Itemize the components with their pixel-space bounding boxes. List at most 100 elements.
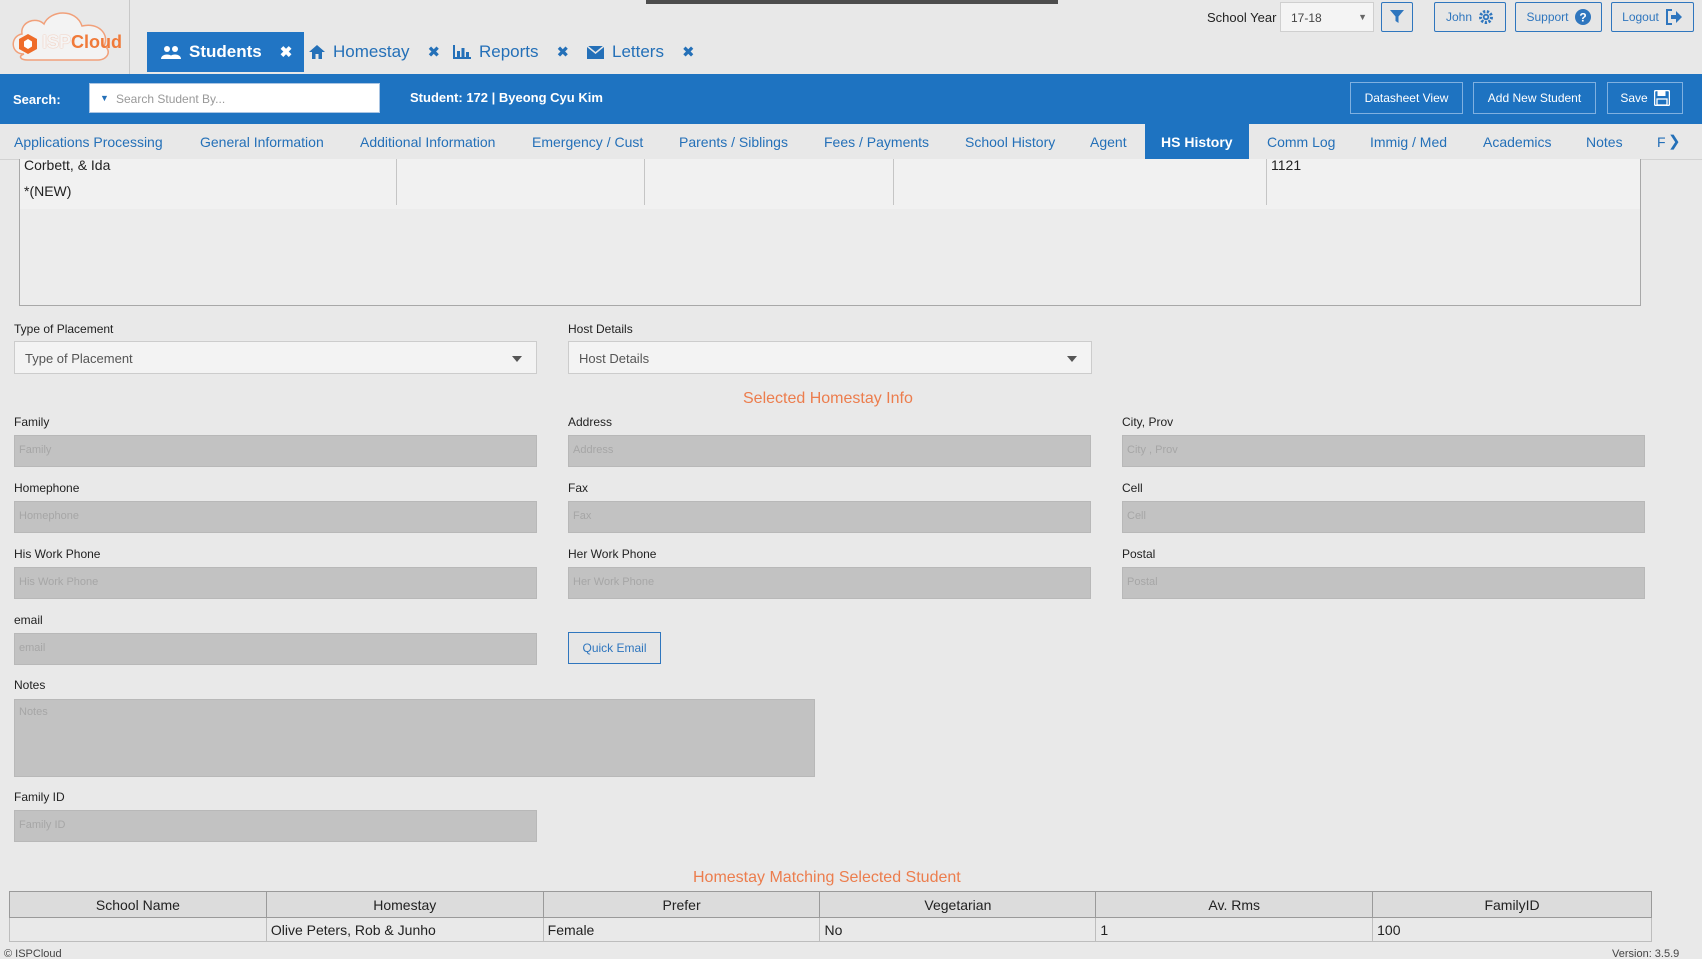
tab-applications-processing[interactable]: Applications Processing bbox=[14, 124, 163, 160]
fax-field[interactable]: Fax bbox=[568, 501, 1091, 533]
fax-label: Fax bbox=[568, 481, 589, 495]
homephone-label: Homephone bbox=[14, 481, 80, 495]
student-toolbar: Search: ▼ Search Student By... Student: … bbox=[0, 74, 1702, 124]
tab-students[interactable]: Students ✖ bbox=[147, 32, 305, 72]
column-header[interactable]: Av. Rms bbox=[1095, 891, 1374, 918]
postal-placeholder: Postal bbox=[1127, 576, 1158, 588]
save-button[interactable]: Save bbox=[1607, 82, 1683, 114]
family-placeholder: Family bbox=[19, 444, 52, 456]
save-label: Save bbox=[1620, 91, 1648, 105]
column-header[interactable]: FamilyID bbox=[1372, 891, 1652, 918]
type-of-placement-value: Type of Placement bbox=[25, 351, 133, 366]
homephone-field[interactable]: Homephone bbox=[14, 501, 537, 533]
quick-email-button[interactable]: Quick Email bbox=[568, 632, 661, 664]
table-cell: No bbox=[819, 917, 1097, 942]
add-new-student-button[interactable]: Add New Student bbox=[1473, 82, 1596, 114]
filter-button[interactable] bbox=[1381, 2, 1413, 32]
quick-email-label: Quick Email bbox=[582, 641, 647, 655]
his-work-phone-field[interactable]: His Work Phone bbox=[14, 567, 537, 599]
address-placeholder: Address bbox=[573, 444, 614, 456]
search-label: Search: bbox=[13, 92, 61, 107]
caret-down-icon[interactable]: ▼ bbox=[100, 93, 109, 103]
user-button[interactable]: John bbox=[1434, 2, 1506, 32]
tab-academics[interactable]: Academics bbox=[1483, 124, 1551, 160]
tab-homestay-label: Homestay bbox=[333, 42, 410, 61]
tab-additional-information[interactable]: Additional Information bbox=[360, 124, 495, 160]
app-logo[interactable]: ISPCloud bbox=[0, 0, 130, 74]
current-student-info: Student: 172 | Byeong Cyu Kim bbox=[410, 90, 603, 105]
caret-down-icon bbox=[512, 356, 522, 362]
envelope-icon bbox=[587, 45, 604, 59]
homestay-matching-title: Homestay Matching Selected Student bbox=[693, 869, 961, 886]
datasheet-view-label: Datasheet View bbox=[1364, 91, 1449, 105]
tab-reports[interactable]: Reports ✖ bbox=[453, 32, 569, 72]
search-input[interactable]: ▼ Search Student By... bbox=[89, 83, 380, 113]
city-prov-field[interactable]: City , Prov bbox=[1122, 435, 1645, 467]
tab-more[interactable]: F bbox=[1657, 124, 1666, 160]
tab-general-information[interactable]: General Information bbox=[200, 124, 324, 160]
cell-field[interactable]: Cell bbox=[1122, 501, 1645, 533]
tab-comm-log[interactable]: Comm Log bbox=[1267, 124, 1335, 160]
her-work-phone-field[interactable]: Her Work Phone bbox=[568, 567, 1091, 599]
student-sub-tabs: Applications Processing General Informat… bbox=[0, 124, 1702, 160]
column-divider bbox=[1266, 159, 1267, 205]
school-year-select[interactable]: 17-18 ▼ bbox=[1280, 2, 1374, 32]
logout-button[interactable]: Logout bbox=[1611, 2, 1694, 32]
notes-textarea[interactable]: Notes bbox=[14, 699, 815, 777]
tab-parents-siblings[interactable]: Parents / Siblings bbox=[679, 124, 788, 160]
family-label: Family bbox=[14, 415, 50, 429]
column-header[interactable]: Homestay bbox=[265, 891, 544, 918]
column-header[interactable]: Prefer bbox=[542, 891, 821, 918]
table-row[interactable]: Olive Peters, Rob & Junho Female No 1 10… bbox=[9, 917, 1652, 942]
email-label: email bbox=[14, 613, 43, 627]
her-work-phone-placeholder: Her Work Phone bbox=[573, 576, 655, 588]
type-of-placement-select[interactable]: Type of Placement bbox=[14, 341, 537, 374]
email-field[interactable]: email bbox=[14, 633, 537, 665]
tab-homestay[interactable]: Homestay ✖ bbox=[309, 32, 440, 72]
help-circle-icon: ? bbox=[1574, 9, 1591, 25]
family-id-field[interactable]: Family ID bbox=[14, 810, 537, 842]
selected-homestay-title: Selected Homestay Info bbox=[743, 390, 913, 407]
close-icon[interactable]: ✖ bbox=[280, 43, 293, 61]
home-icon bbox=[309, 45, 325, 59]
table-row[interactable] bbox=[20, 159, 1640, 185]
sign-out-icon bbox=[1665, 9, 1682, 25]
family-field[interactable]: Family bbox=[14, 435, 537, 467]
tab-fees-payments[interactable]: Fees / Payments bbox=[824, 124, 929, 160]
tab-immig-med[interactable]: Immig / Med bbox=[1370, 124, 1447, 160]
address-field[interactable]: Address bbox=[568, 435, 1091, 467]
close-icon[interactable]: ✖ bbox=[428, 43, 441, 61]
column-header[interactable]: School Name bbox=[9, 891, 267, 918]
tab-school-history[interactable]: School History bbox=[965, 124, 1055, 160]
close-icon[interactable]: ✖ bbox=[682, 43, 695, 61]
fax-placeholder: Fax bbox=[573, 510, 592, 522]
column-divider bbox=[893, 159, 894, 205]
school-year-value: 17-18 bbox=[1291, 11, 1322, 25]
datasheet-view-button[interactable]: Datasheet View bbox=[1350, 82, 1463, 114]
table-cell bbox=[9, 917, 267, 942]
add-new-student-label: Add New Student bbox=[1487, 91, 1582, 105]
host-details-select[interactable]: Host Details bbox=[568, 341, 1092, 374]
tab-agent[interactable]: Agent bbox=[1090, 124, 1127, 160]
postal-label: Postal bbox=[1122, 547, 1156, 561]
column-header[interactable]: Vegetarian bbox=[819, 891, 1097, 918]
support-label: Support bbox=[1526, 10, 1569, 24]
table-row[interactable] bbox=[20, 183, 1640, 209]
chevron-down-icon: ▼ bbox=[1358, 12, 1367, 22]
tab-notes[interactable]: Notes bbox=[1586, 124, 1623, 160]
support-button[interactable]: Support ? bbox=[1515, 2, 1602, 32]
chevron-right-icon[interactable]: ❯ bbox=[1668, 132, 1681, 150]
tab-emergency-cust[interactable]: Emergency / Cust bbox=[532, 124, 643, 160]
tab-letters[interactable]: Letters ✖ bbox=[587, 32, 695, 72]
top-bar: ISPCloud Students ✖ Homestay ✖ Reports ✖… bbox=[0, 0, 1702, 74]
history-family-id: 1121 bbox=[1271, 157, 1302, 173]
close-icon[interactable]: ✖ bbox=[557, 43, 570, 61]
column-divider bbox=[644, 159, 645, 205]
filter-icon bbox=[1390, 10, 1404, 23]
tab-hs-history[interactable]: HS History bbox=[1145, 124, 1249, 160]
version-text: Version: 3.5.9 bbox=[1612, 948, 1680, 959]
homestay-matching-table: School Name Homestay Prefer Vegetarian A… bbox=[9, 891, 1652, 942]
his-work-phone-label: His Work Phone bbox=[14, 547, 101, 561]
postal-field[interactable]: Postal bbox=[1122, 567, 1645, 599]
tab-letters-label: Letters bbox=[612, 42, 664, 61]
